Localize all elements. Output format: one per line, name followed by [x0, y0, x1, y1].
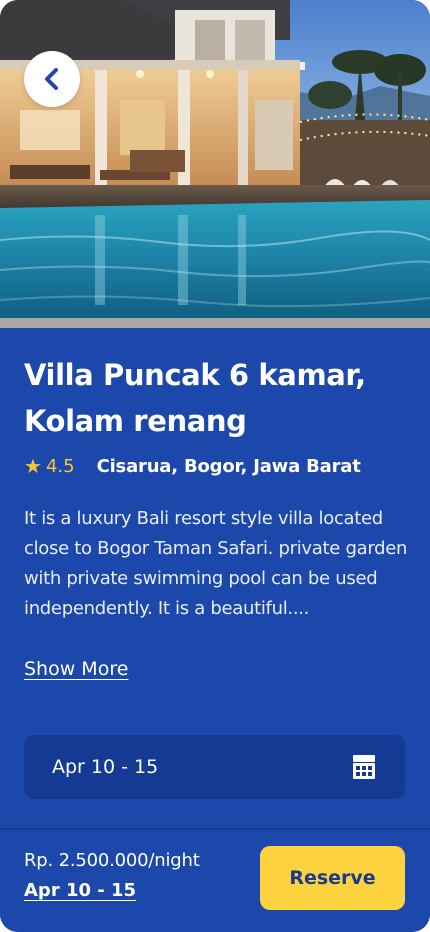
booking-bar: Rp. 2.500.000/night Apr 10 - 15 Reserve — [0, 828, 430, 932]
villa-photo — [0, 0, 430, 328]
chevron-left-icon — [45, 68, 58, 90]
price-per-night: Rp. 2.500.000/night — [24, 850, 200, 871]
listing-details: Villa Puncak 6 kamar, Kolam renang ★ 4.5… — [0, 328, 430, 828]
listing-title: Villa Puncak 6 kamar, Kolam renang — [24, 358, 366, 438]
back-button[interactable] — [24, 51, 80, 107]
selected-dates-link[interactable]: Apr 10 - 15 — [24, 880, 136, 901]
star-icon: ★ — [24, 454, 42, 478]
date-picker[interactable]: Apr 10 - 15 — [24, 735, 405, 799]
date-picker-value: Apr 10 - 15 — [52, 756, 159, 778]
location-text: Cisarua, Bogor, Jawa Barat — [96, 455, 361, 477]
reserve-button[interactable]: Reserve — [260, 846, 405, 910]
listing-meta: ★ 4.5 Cisarua, Bogor, Jawa Barat — [24, 452, 361, 480]
rating-value: 4.5 — [45, 455, 75, 477]
show-more-link[interactable]: Show More — [24, 658, 128, 680]
listing-description: It is a luxury Bali resort style villa l… — [24, 508, 408, 619]
villa-detail-screen: Villa Puncak 6 kamar, Kolam renang ★ 4.5… — [0, 0, 430, 932]
calendar-icon — [353, 755, 375, 779]
